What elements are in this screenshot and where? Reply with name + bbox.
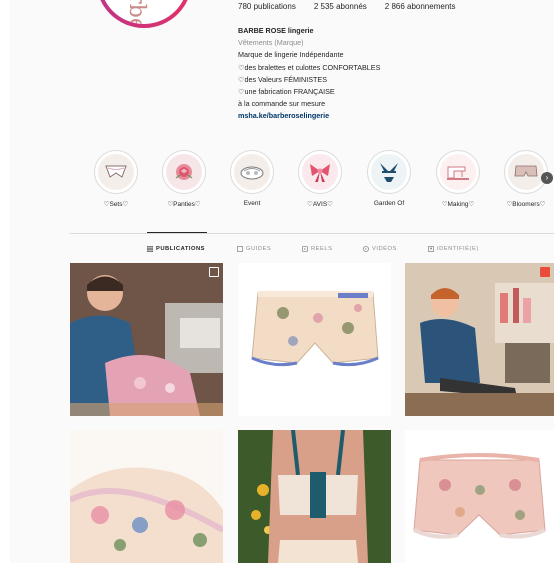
post-tile[interactable] bbox=[70, 263, 223, 416]
tab-label: PUBLICATIONS bbox=[156, 246, 206, 252]
bio-line: à la commande sur mesure bbox=[238, 99, 326, 109]
tab-tagged[interactable]: IDENTIFIÉ(E) bbox=[428, 246, 479, 252]
tab-publications[interactable]: PUBLICATIONS bbox=[147, 246, 205, 252]
bloomers-icon bbox=[514, 165, 538, 177]
profile-name: BARBE ROSE lingerie bbox=[238, 26, 314, 35]
carousel-icon bbox=[209, 267, 219, 277]
tab-guides[interactable]: GUIDES bbox=[237, 246, 271, 252]
bio-line: ♡des bralettes et culottes CONFORTABLES bbox=[238, 62, 381, 72]
bralette-icon bbox=[380, 163, 398, 182]
highlight-label: ♡Bloomers♡ bbox=[506, 201, 546, 208]
highlight-event[interactable]: Event bbox=[224, 150, 280, 207]
tab-label: IDENTIFIÉ(E) bbox=[437, 246, 479, 252]
highlight-label: ♡Sets♡ bbox=[103, 201, 129, 208]
reel-icon bbox=[540, 267, 550, 277]
guide-icon bbox=[237, 246, 243, 252]
sewing-machine-icon bbox=[447, 166, 469, 180]
highlight-label: Garden Of bbox=[373, 200, 405, 207]
reels-icon bbox=[302, 246, 308, 252]
active-tab-indicator bbox=[147, 232, 207, 233]
post-image-woman-sewing bbox=[70, 263, 223, 416]
highlight-making[interactable]: ♡Making♡ bbox=[430, 150, 486, 208]
tab-label: GUIDES bbox=[246, 246, 272, 252]
post-image-ruffle-panty bbox=[70, 430, 223, 563]
tab-label: REELS bbox=[311, 246, 333, 252]
tab-label: VIDÉOS bbox=[372, 246, 397, 252]
profile-category: Vêtements (Marque) bbox=[238, 38, 304, 48]
bow-icon bbox=[310, 164, 330, 182]
tabs-divider bbox=[70, 233, 554, 234]
profile-avatar[interactable]: Barbe Rose bbox=[96, 0, 192, 28]
posts-count: 780 publications bbox=[238, 2, 296, 11]
grid-icon bbox=[147, 246, 153, 252]
highlights-next-button[interactable]: › bbox=[541, 172, 553, 184]
tab-videos[interactable]: VIDÉOS bbox=[363, 246, 397, 252]
underwear-sketch-icon bbox=[105, 165, 127, 178]
page-edge bbox=[0, 0, 10, 563]
post-tile[interactable] bbox=[405, 430, 554, 563]
post-image-bralette-back bbox=[238, 430, 391, 563]
highlight-avis[interactable]: ♡AVIS♡ bbox=[292, 150, 348, 208]
highlight-label: ♡AVIS♡ bbox=[307, 201, 333, 208]
bio-line: ♡une fabrication FRANÇAISE bbox=[238, 87, 335, 97]
tag-icon bbox=[428, 246, 434, 252]
post-image-atelier bbox=[405, 263, 554, 416]
post-tile[interactable] bbox=[238, 430, 391, 563]
event-icon bbox=[240, 166, 264, 180]
highlight-label: ♡Panties♡ bbox=[167, 201, 201, 208]
highlight-panties[interactable]: ♡Panties♡ bbox=[156, 150, 212, 208]
bio-line: Marque de lingerie Indépendante bbox=[238, 50, 344, 60]
post-tile[interactable] bbox=[238, 263, 391, 416]
post-tile[interactable] bbox=[70, 430, 223, 563]
profile-stats: 780 publications 2 535 abonnés 2 866 abo… bbox=[238, 2, 456, 11]
highlight-label: Event bbox=[243, 200, 261, 207]
post-image-pink-bloomers bbox=[405, 430, 554, 563]
highlight-garden-of[interactable]: Garden Of bbox=[361, 150, 417, 207]
avatar-image: Barbe Rose bbox=[100, 0, 188, 24]
profile-bio: BARBE ROSE lingerie Vêtements (Marque) M… bbox=[238, 25, 380, 123]
instagram-profile: Barbe Rose 780 publications 2 535 abonné… bbox=[0, 0, 554, 563]
rose-icon bbox=[175, 164, 193, 180]
bio-line: ♡des Valeurs FÉMINISTES bbox=[238, 74, 327, 84]
video-icon bbox=[363, 246, 369, 252]
avatar-logo-text: Barbe Rose bbox=[124, 0, 149, 24]
chevron-right-icon: › bbox=[545, 173, 549, 182]
tab-reels[interactable]: REELS bbox=[302, 246, 333, 252]
highlight-sets[interactable]: ♡Sets♡ bbox=[88, 150, 144, 208]
post-image-floral-bloomers bbox=[238, 263, 391, 416]
followers-count[interactable]: 2 535 abonnés bbox=[314, 2, 367, 11]
highlight-label: ♡Making♡ bbox=[441, 201, 475, 208]
post-tile[interactable] bbox=[405, 263, 554, 416]
following-count[interactable]: 2 866 abonnements bbox=[385, 2, 456, 11]
bio-link[interactable]: msha.ke/barberoselingerie bbox=[238, 110, 380, 122]
